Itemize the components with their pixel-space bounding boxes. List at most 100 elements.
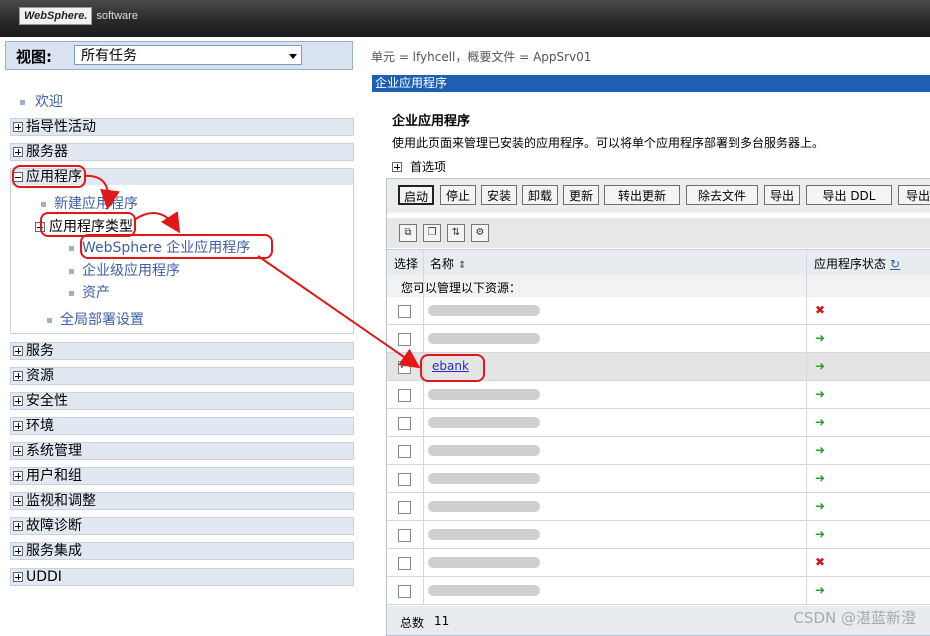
table-row[interactable]: ➜	[387, 325, 930, 353]
export-ddl-button[interactable]: 导出 DDL	[806, 185, 892, 205]
expand-icon[interactable]	[13, 496, 23, 506]
redacted-app-name	[428, 557, 540, 568]
nav-new-application[interactable]: 新建应用程序	[41, 193, 138, 213]
select-all-icon[interactable]: ⧉	[399, 224, 417, 242]
expand-icon[interactable]	[13, 471, 23, 481]
update-button[interactable]: 更新	[563, 185, 599, 205]
expand-icon[interactable]	[13, 446, 23, 456]
expand-icon[interactable]	[392, 162, 402, 172]
redacted-app-name	[428, 417, 540, 428]
stopped-status-icon: ✖	[815, 303, 826, 317]
highlight-applications	[12, 165, 86, 188]
chevron-down-icon	[289, 54, 297, 59]
nav-guided-activities[interactable]: 指导性活动	[10, 118, 354, 136]
nav-global-deploy[interactable]: 全局部署设置	[47, 309, 144, 329]
nav-assets[interactable]: 资产	[69, 282, 110, 302]
export-button[interactable]: 导出	[764, 185, 800, 205]
expand-icon[interactable]	[13, 572, 23, 582]
nav-label: 全局部署设置	[60, 312, 144, 328]
preferences-toggle[interactable]: 首选项	[392, 158, 446, 175]
stop-button[interactable]: 停止	[440, 185, 476, 205]
nav-label: 新建应用程序	[54, 196, 138, 212]
nav-label: 故障诊断	[26, 518, 82, 534]
nav-environment[interactable]: 环境	[10, 417, 354, 435]
remove-file-button[interactable]: 除去文件	[686, 185, 758, 205]
expand-icon[interactable]	[13, 521, 23, 531]
filter-icon[interactable]: ⇅	[447, 224, 465, 242]
started-status-icon: ➜	[815, 499, 826, 513]
table-row[interactable]: ➜	[387, 465, 930, 493]
view-label: 视图:	[16, 48, 52, 66]
nav-system-admin[interactable]: 系统管理	[10, 442, 354, 460]
sort-icon[interactable]: ⇕	[458, 260, 466, 271]
nav-label: 用户和组	[26, 468, 82, 484]
table-row[interactable]: ➜	[387, 577, 930, 605]
col-name[interactable]: 名称 ⇕	[430, 255, 466, 272]
install-button[interactable]: 安装	[481, 185, 517, 205]
row-checkbox[interactable]	[398, 445, 411, 458]
nav-enterprise-apps[interactable]: 企业级应用程序	[69, 260, 180, 280]
expand-icon[interactable]	[13, 371, 23, 381]
table-row[interactable]: ➜	[387, 437, 930, 465]
table-row[interactable]: ➜	[387, 381, 930, 409]
row-checkbox[interactable]	[398, 305, 411, 318]
expand-icon[interactable]	[13, 396, 23, 406]
nav-label: 资产	[82, 285, 110, 301]
expand-icon[interactable]	[13, 122, 23, 132]
row-checkbox[interactable]	[398, 501, 411, 514]
view-selected: 所有任务	[81, 48, 137, 64]
row-checkbox[interactable]	[398, 557, 411, 570]
expand-icon[interactable]	[13, 421, 23, 431]
table-row[interactable]: ➜	[387, 521, 930, 549]
col-status-label: 应用程序状态	[814, 257, 887, 271]
nav-servers[interactable]: 服务器	[10, 143, 354, 161]
nav-troubleshooting[interactable]: 故障诊断	[10, 517, 354, 535]
nav-resources[interactable]: 资源	[10, 367, 354, 385]
expand-icon[interactable]	[13, 147, 23, 157]
refresh-icon[interactable]: ↻	[890, 257, 900, 271]
nav-welcome-label: 欢迎	[35, 94, 63, 110]
nav-monitoring[interactable]: 监视和调整	[10, 492, 354, 510]
export-file-button[interactable]: 导出	[898, 185, 930, 205]
expand-icon[interactable]	[13, 346, 23, 356]
start-button[interactable]: 启动	[398, 185, 434, 205]
nav-users-groups[interactable]: 用户和组	[10, 467, 354, 485]
redacted-app-name	[428, 445, 540, 456]
rollout-update-button[interactable]: 转出更新	[604, 185, 680, 205]
filter-edit-icon[interactable]: ⚙	[471, 224, 489, 242]
total-label: 总数	[400, 616, 425, 630]
column-divider	[806, 249, 807, 605]
top-banner: WebSphere. software	[0, 0, 930, 37]
nav-welcome[interactable]: 欢迎	[20, 91, 63, 111]
table-header: 选择 名称 ⇕ 应用程序状态 ↻	[387, 249, 930, 276]
table-row[interactable]: ➜	[387, 409, 930, 437]
table-row[interactable]: ✖	[387, 549, 930, 577]
row-checkbox[interactable]	[398, 359, 411, 374]
row-checkbox[interactable]	[398, 585, 411, 598]
bullet-icon	[47, 317, 52, 323]
nav-label: UDDI	[26, 569, 62, 585]
row-checkbox[interactable]	[398, 333, 411, 346]
table-row[interactable]: ➜	[387, 493, 930, 521]
logo-sub: software	[96, 10, 138, 22]
started-status-icon: ➜	[815, 527, 826, 541]
expand-icon[interactable]	[13, 546, 23, 556]
nav-uddi[interactable]: UDDI	[10, 568, 354, 586]
table-row[interactable]: ✖	[387, 297, 930, 325]
view-select[interactable]: 所有任务	[74, 45, 302, 65]
row-checkbox[interactable]	[398, 417, 411, 430]
row-checkbox[interactable]	[398, 529, 411, 542]
deselect-all-icon[interactable]: ❐	[423, 224, 441, 242]
nav-services[interactable]: 服务	[10, 342, 354, 360]
nav-security[interactable]: 安全性	[10, 392, 354, 410]
nav-service-integration[interactable]: 服务集成	[10, 542, 354, 560]
redacted-app-name	[428, 473, 540, 484]
col-status[interactable]: 应用程序状态 ↻	[814, 255, 900, 272]
view-bar: 视图: 所有任务	[5, 41, 353, 70]
nav-label: 企业级应用程序	[82, 263, 180, 279]
started-status-icon: ➜	[815, 415, 826, 429]
uninstall-button[interactable]: 卸载	[522, 185, 558, 205]
row-checkbox[interactable]	[398, 389, 411, 402]
row-checkbox[interactable]	[398, 473, 411, 486]
logo-main: WebSphere.	[19, 7, 93, 25]
